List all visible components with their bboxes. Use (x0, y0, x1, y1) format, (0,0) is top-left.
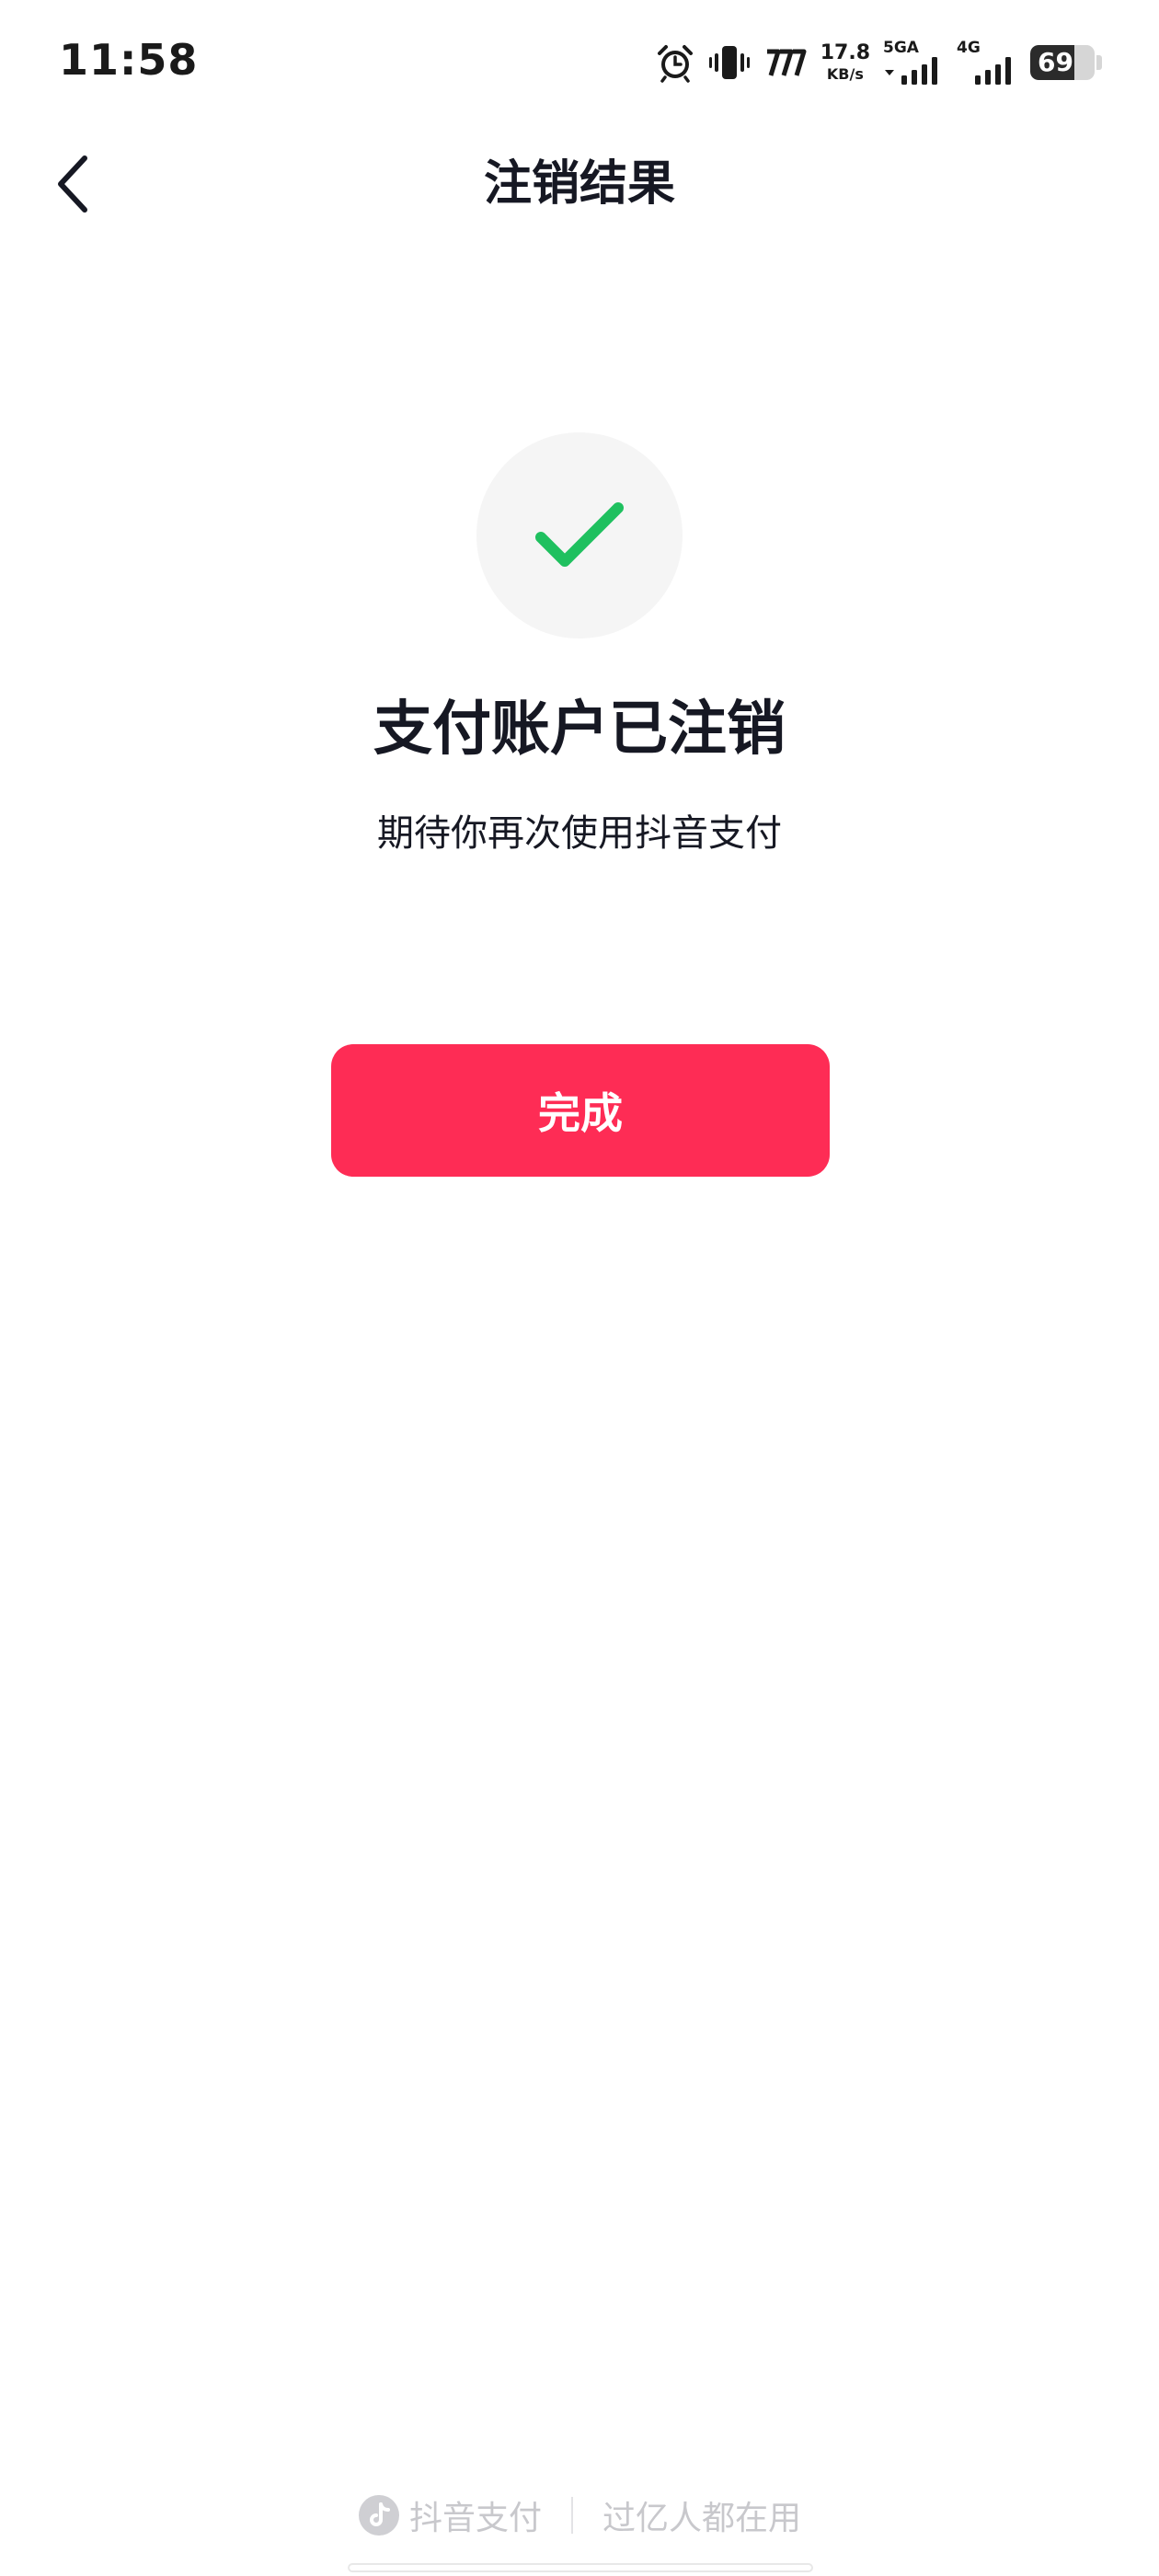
signal-4g-icon (975, 57, 1011, 85)
footer-brand: 抖音支付 (358, 2491, 542, 2539)
screen: 11:58 17.8 KB/s 5GA 4G 69 注销结果 支付账户已注销 期… (0, 0, 1159, 2576)
status-bar: 11:58 17.8 KB/s 5GA 4G 69 (0, 0, 1159, 129)
home-indicator[interactable] (348, 2563, 813, 2572)
result-icon (476, 432, 683, 638)
signal-5ga-label: 5GA (883, 39, 919, 57)
battery-percent: 69 (1038, 47, 1073, 77)
status-time: 11:58 (59, 35, 199, 85)
footer-brand-label: 抖音支付 (408, 2500, 542, 2537)
check-icon (535, 502, 624, 567)
vibrate-icon (708, 46, 750, 79)
result-subtitle: 期待你再次使用抖音支付 (377, 812, 782, 855)
signal-4g-label: 4G (957, 39, 981, 57)
nfc-icon (766, 49, 807, 76)
signal-5ga: 5GA (883, 39, 944, 86)
alarm-icon (657, 45, 693, 83)
footer-slogan: 过亿人都在用 (602, 2500, 802, 2537)
done-button[interactable]: 完成 (331, 1044, 830, 1177)
battery-icon: 69 (1030, 45, 1095, 80)
battery-tip (1096, 55, 1102, 70)
signal-5ga-icon (885, 57, 937, 85)
signal-4g: 4G (957, 39, 1017, 86)
network-speed: 17.8 KB/s (820, 43, 870, 82)
footer-divider (571, 2497, 573, 2534)
page-title: 注销结果 (483, 156, 675, 212)
status-icons: 17.8 KB/s 5GA 4G 69 (655, 35, 1102, 90)
nav-bar: 注销结果 (0, 129, 1159, 239)
footer: 抖音支付 过亿人都在用 (0, 2488, 1159, 2543)
network-speed-unit: KB/s (826, 65, 864, 83)
douyin-logo-icon (358, 2495, 399, 2536)
network-speed-value: 17.8 (820, 41, 870, 64)
result-title: 支付账户已注销 (373, 696, 786, 764)
